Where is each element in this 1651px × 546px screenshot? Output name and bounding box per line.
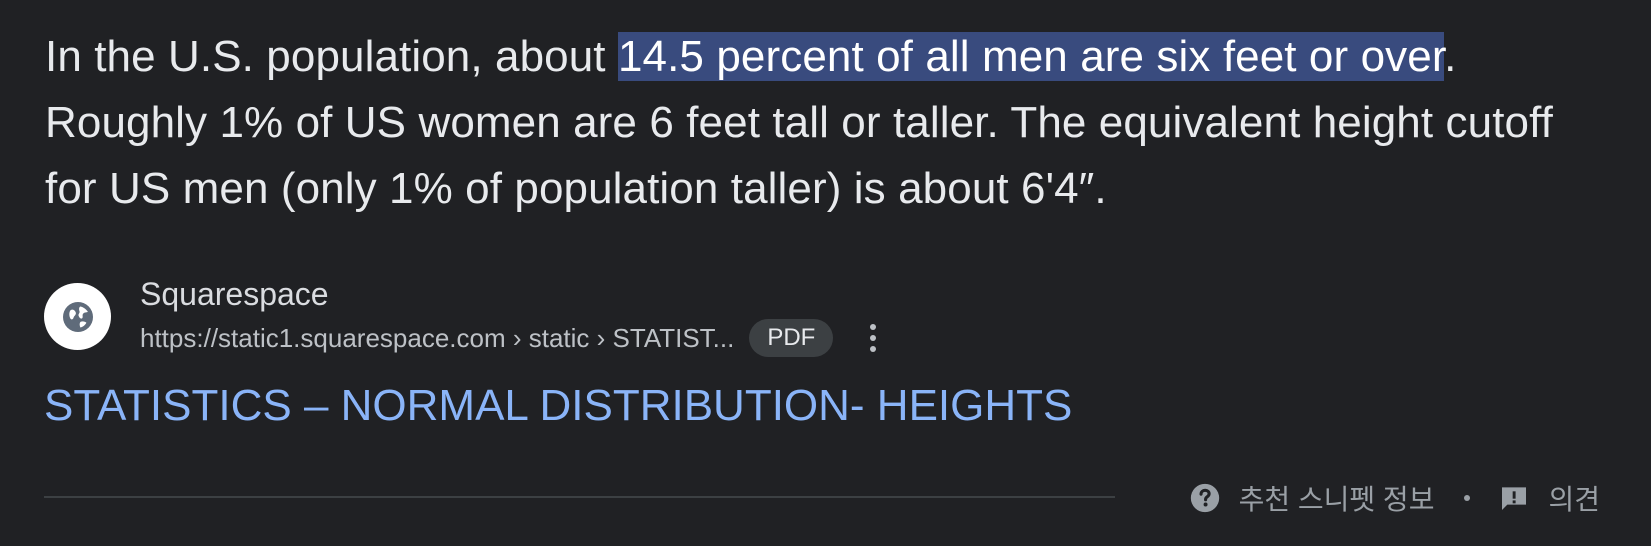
kebab-dot — [870, 335, 877, 341]
source-info[interactable]: Squarespace https://static1.squarespace.… — [44, 274, 1044, 364]
kebab-dot — [870, 346, 877, 352]
pdf-badge: PDF — [749, 319, 834, 357]
divider — [44, 496, 1115, 498]
globe-icon — [44, 283, 111, 350]
about-featured-snippets-button[interactable]: 추천 스니펫 정보 — [1187, 478, 1435, 518]
kebab-dot — [870, 324, 877, 330]
feedback-button[interactable]: 의견 — [1496, 478, 1600, 518]
snippet-footer: 추천 스니펫 정보 의견 — [1187, 478, 1600, 518]
source-site-name[interactable]: Squarespace — [140, 274, 329, 314]
more-vert-icon[interactable] — [863, 320, 883, 356]
help-circle-icon — [1187, 480, 1223, 516]
source-url-row: https://static1.squarespace.com › static… — [140, 318, 883, 358]
source-url[interactable]: https://static1.squarespace.com › static… — [140, 323, 734, 354]
result-title-link[interactable]: STATISTICS – NORMAL DISTRIBUTION- HEIGHT… — [44, 380, 1072, 432]
about-featured-snippets-label: 추천 스니펫 정보 — [1238, 484, 1435, 515]
snippet-text-before: In the U.S. population, about — [45, 32, 618, 81]
separator-dot — [1464, 495, 1471, 501]
featured-snippet-text: In the U.S. population, about 14.5 perce… — [45, 24, 1615, 222]
feedback-icon — [1496, 480, 1532, 516]
feedback-label: 의견 — [1548, 484, 1600, 515]
snippet-highlight: 14.5 percent of all men are six feet or … — [617, 32, 1445, 81]
